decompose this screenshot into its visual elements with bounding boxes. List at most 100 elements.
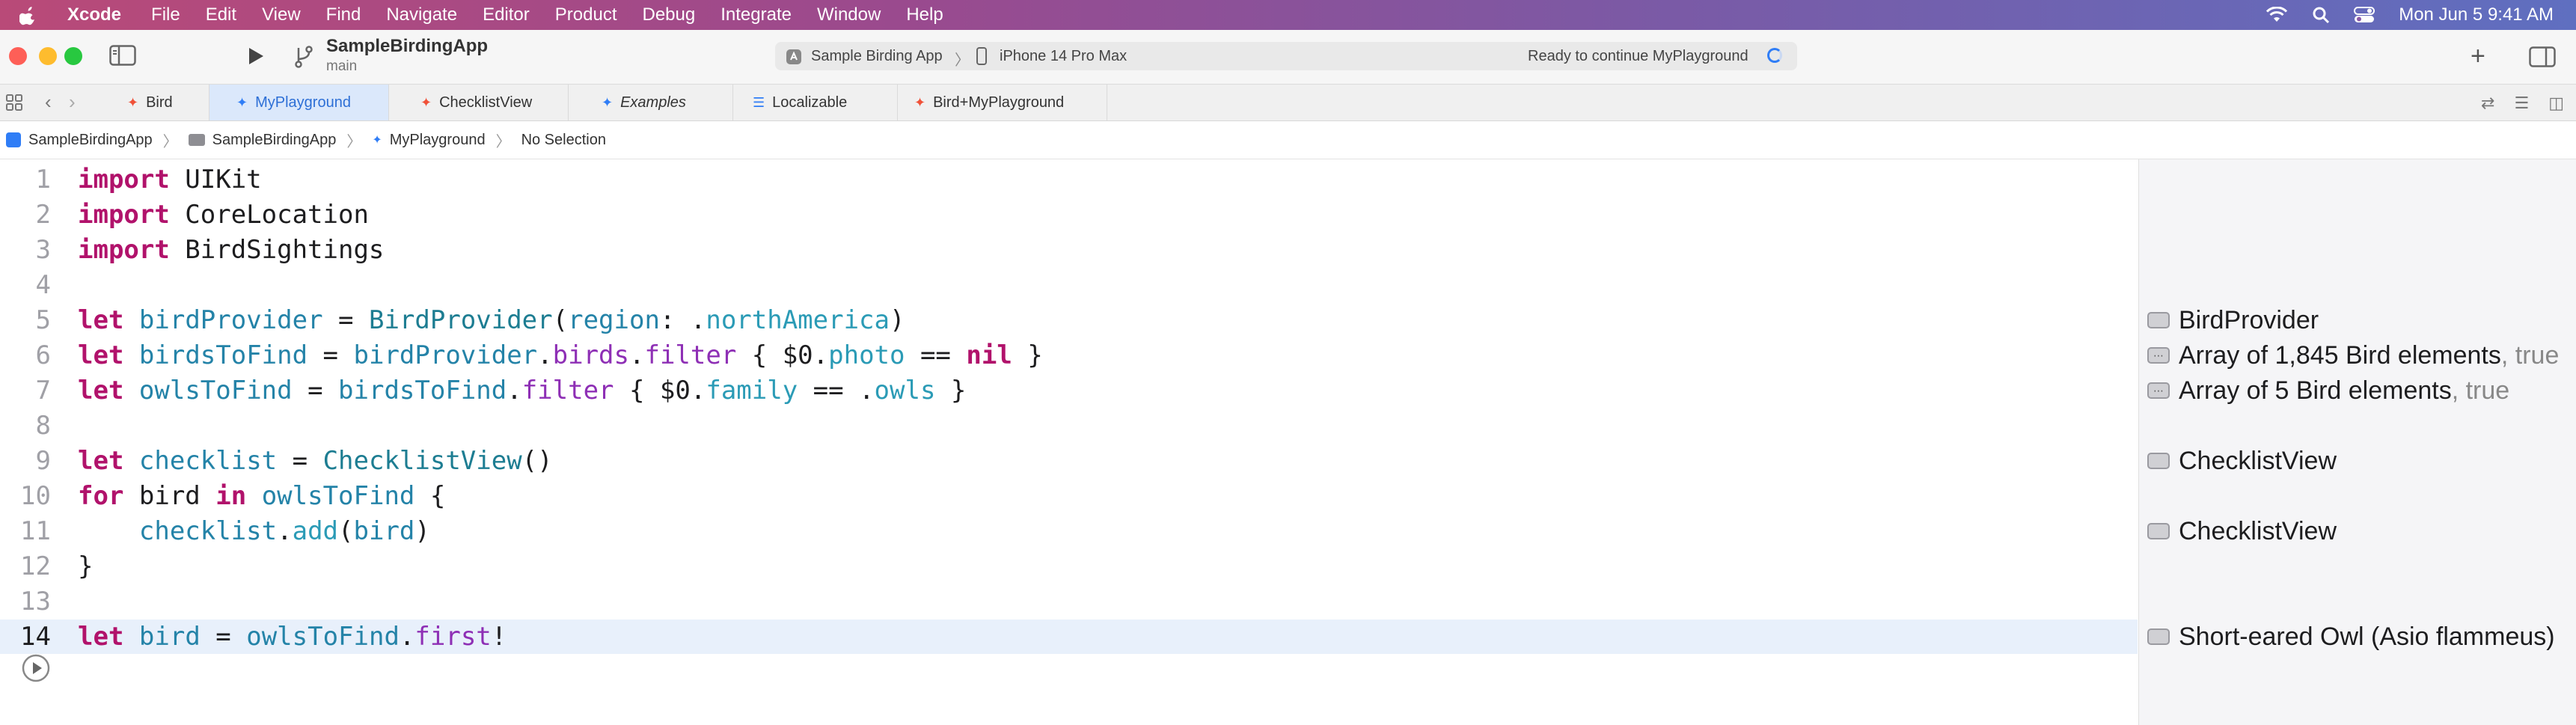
source-control-changes-icon[interactable]: ⇄ xyxy=(2481,94,2494,113)
line-number: 5 xyxy=(35,305,51,335)
jumpbar-separator-icon: 〉 xyxy=(346,133,362,150)
result-row[interactable]: ⋯ Array of 5 Bird elements, true xyxy=(2147,373,2509,408)
line-number: 14 xyxy=(20,622,51,652)
jumpbar-selection-label: No Selection xyxy=(521,131,606,148)
menu-clock[interactable]: Mon Jun 5 9:41 AM xyxy=(2399,4,2554,25)
navigate-forward-icon[interactable]: › xyxy=(69,91,76,114)
result-row[interactable]: ChecklistView xyxy=(2147,444,2337,478)
inspector-toggle-icon[interactable] xyxy=(2529,46,2556,67)
menu-view[interactable]: View xyxy=(262,4,301,25)
device-selector[interactable]: iPhone 14 Pro Max xyxy=(1000,48,1127,65)
menu-window[interactable]: Window xyxy=(817,4,881,25)
editor-options-icon[interactable]: ☰ xyxy=(2514,94,2529,113)
line-number: 9 xyxy=(35,446,51,476)
code-line[interactable]: 6 let birdsToFind = birdProvider.birds.f… xyxy=(0,338,2138,373)
result-extra: , true xyxy=(2500,340,2560,370)
jumpbar-selection[interactable]: No Selection xyxy=(521,132,606,149)
code-line[interactable]: 10 for bird in owlsToFind { xyxy=(0,479,2138,513)
tab-checklistview[interactable]: ✦ ChecklistView xyxy=(389,85,569,120)
menu-app-name[interactable]: Xcode xyxy=(67,4,121,25)
minimize-window-button[interactable] xyxy=(39,47,57,65)
quick-look-object-icon[interactable] xyxy=(2147,453,2170,469)
code-line[interactable]: 2 import CoreLocation xyxy=(0,198,2138,232)
result-row[interactable]: BirdProvider xyxy=(2147,303,2319,337)
menu-help[interactable]: Help xyxy=(906,4,943,25)
menu-find[interactable]: Find xyxy=(326,4,361,25)
menu-editor[interactable]: Editor xyxy=(483,4,530,25)
tab-label: Bird xyxy=(146,94,173,111)
editor-tab-bar: ‹ › ✦ Bird ✦ MyPlayground ✦ ChecklistVie… xyxy=(0,85,2576,121)
tab-bird-myplayground[interactable]: ✦ Bird+MyPlayground xyxy=(898,85,1107,120)
line-number: 8 xyxy=(35,411,51,441)
zoom-window-button[interactable] xyxy=(64,47,82,65)
line-number: 2 xyxy=(35,200,51,230)
code-line-current[interactable]: 14 let bird = owlsToFind.first! xyxy=(0,620,2138,654)
jump-bar: SampleBirdingApp 〉 SampleBirdingApp 〉 ✦ … xyxy=(0,121,2576,159)
code-line[interactable]: 4 xyxy=(0,268,2138,302)
result-row[interactable]: Short-eared Owl (Asio flammeus) xyxy=(2147,620,2555,654)
quick-look-object-icon[interactable] xyxy=(2147,628,2170,645)
jumpbar-file[interactable]: ✦ MyPlayground xyxy=(372,132,485,149)
quick-look-object-icon[interactable] xyxy=(2147,312,2170,328)
code-line[interactable]: 8 xyxy=(0,409,2138,443)
menu-integrate[interactable]: Integrate xyxy=(721,4,792,25)
result-value: Array of 1,845 Bird elements xyxy=(2179,340,2501,370)
related-items-grid-icon[interactable] xyxy=(6,94,22,111)
quick-look-array-icon[interactable]: ⋯ xyxy=(2147,347,2170,364)
jumpbar-folder[interactable]: SampleBirdingApp xyxy=(188,131,337,149)
activity-viewer: Sample Birding App 〉 iPhone 14 Pro Max R… xyxy=(775,42,1797,70)
code-line[interactable]: 5 let birdProvider = BirdProvider(region… xyxy=(0,303,2138,337)
code-line[interactable]: 7 let owlsToFind = birdsToFind.filter { … xyxy=(0,373,2138,408)
result-row[interactable]: ⋯ Array of 1,845 Bird elements, true xyxy=(2147,338,2559,373)
quick-look-array-icon[interactable]: ⋯ xyxy=(2147,382,2170,399)
quick-look-object-icon[interactable] xyxy=(2147,523,2170,539)
tab-label: Examples xyxy=(620,94,686,111)
menu-edit[interactable]: Edit xyxy=(206,4,236,25)
source-editor[interactable]: 1 import UIKit 2 import CoreLocation 3 i… xyxy=(0,159,2138,725)
navigate-back-icon[interactable]: ‹ xyxy=(45,91,52,114)
code-line[interactable]: 13 xyxy=(0,584,2138,619)
code-line[interactable]: 12 } xyxy=(0,549,2138,584)
code-line[interactable]: 3 import BirdSightings xyxy=(0,233,2138,267)
build-status-text: Ready to continue MyPlayground xyxy=(1528,48,1749,64)
menu-file[interactable]: File xyxy=(151,4,180,25)
tab-myplayground[interactable]: ✦ MyPlayground xyxy=(209,85,389,120)
line-number: 3 xyxy=(35,235,51,265)
menu-navigate[interactable]: Navigate xyxy=(386,4,457,25)
jumpbar-project[interactable]: SampleBirdingApp xyxy=(6,132,153,149)
strings-file-icon: ☰ xyxy=(753,94,765,110)
close-window-button[interactable] xyxy=(9,47,27,65)
menu-debug[interactable]: Debug xyxy=(643,4,696,25)
library-add-button[interactable]: + xyxy=(2471,43,2485,69)
wifi-icon[interactable] xyxy=(2266,7,2288,23)
sidebar-toggle-icon[interactable] xyxy=(109,45,136,66)
tab-localizable[interactable]: ☰ Localizable xyxy=(733,85,898,120)
folder-icon xyxy=(188,134,205,146)
jumpbar-folder-label: SampleBirdingApp xyxy=(212,131,337,148)
apple-logo-icon[interactable] xyxy=(19,4,37,25)
line-number: 1 xyxy=(35,165,51,195)
result-value: Short-eared Owl (Asio flammeus) xyxy=(2179,622,2555,651)
line-number: 11 xyxy=(20,516,51,546)
project-name[interactable]: SampleBirdingApp xyxy=(326,36,488,57)
spotlight-search-icon[interactable] xyxy=(2312,6,2330,24)
code-line[interactable]: 9 let checklist = ChecklistView() xyxy=(0,444,2138,478)
playground-icon: ✦ xyxy=(236,94,248,110)
swift-file-icon: ✦ xyxy=(914,94,926,110)
control-center-icon[interactable] xyxy=(2354,7,2375,23)
playground-icon: ✦ xyxy=(602,94,614,110)
scheme-app-icon xyxy=(786,49,801,64)
tab-examples[interactable]: ✦ Examples xyxy=(569,85,733,120)
scheme-selector[interactable]: Sample Birding App xyxy=(811,48,943,65)
menu-product[interactable]: Product xyxy=(555,4,617,25)
code-line[interactable]: 1 import UIKit xyxy=(0,162,2138,197)
code-line[interactable]: 11 checklist.add(bird) xyxy=(0,514,2138,548)
split-editor-icon[interactable]: ◫ xyxy=(2548,94,2564,113)
result-value: ChecklistView xyxy=(2179,446,2337,475)
branch-icon xyxy=(295,46,313,68)
run-playground-icon[interactable] xyxy=(21,653,51,683)
result-row[interactable]: ChecklistView xyxy=(2147,514,2337,548)
run-icon[interactable] xyxy=(247,46,265,66)
activity-spinner-icon xyxy=(1767,48,1782,63)
tab-bird[interactable]: ✦ Bird xyxy=(105,85,209,120)
